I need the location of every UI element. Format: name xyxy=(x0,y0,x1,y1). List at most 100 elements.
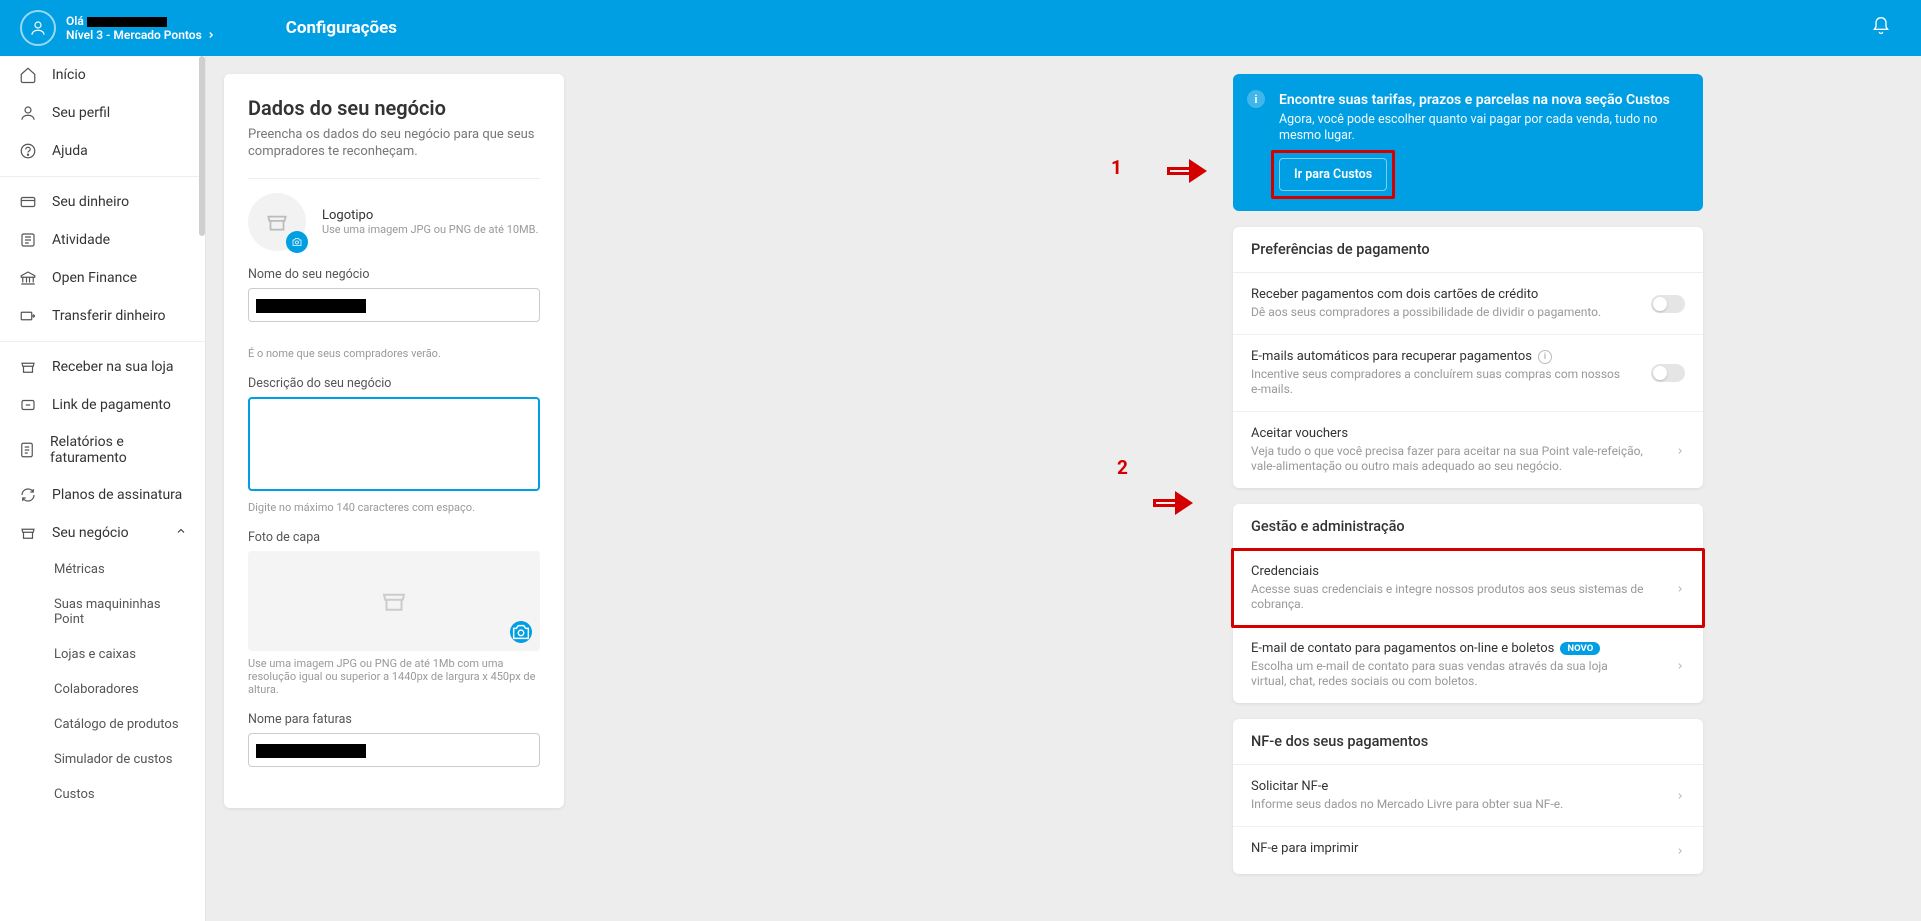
two-cards-toggle[interactable] xyxy=(1651,295,1685,313)
logo-upload[interactable] xyxy=(248,193,306,251)
nfe-print-row[interactable]: NF-e para imprimir xyxy=(1233,827,1703,874)
business-desc-input[interactable] xyxy=(248,397,540,491)
sidebar-item-transferir[interactable]: Transferir dinheiro xyxy=(0,297,205,335)
sidebar-item-label: Métricas xyxy=(54,562,105,577)
camera-badge[interactable] xyxy=(286,231,308,253)
cover-hint: Use uma imagem JPG ou PNG de até 1Mb com… xyxy=(248,657,540,696)
sidebar-item-open-finance[interactable]: Open Finance xyxy=(0,259,205,297)
sidebar-item-receber[interactable]: Receber na sua loja xyxy=(0,348,205,386)
sidebar-sub-metricas[interactable]: Métricas xyxy=(0,552,205,587)
sidebar-item-atividade[interactable]: Atividade xyxy=(0,221,205,259)
sidebar-item-label: Ajuda xyxy=(52,143,88,159)
business-data-panel: Dados do seu negócio Preencha os dados d… xyxy=(224,74,564,808)
sidebar-sub-maquininhas[interactable]: Suas maquininhas Point xyxy=(0,587,205,637)
sidebar-item-seu-dinheiro[interactable]: Seu dinheiro xyxy=(0,183,205,221)
sidebar-item-label: Seu perfil xyxy=(52,105,110,121)
payment-preferences-card: Preferências de pagamento Receber pagame… xyxy=(1233,227,1703,488)
row-title: Credenciais xyxy=(1251,564,1645,579)
credentials-row[interactable]: Credenciais Acesse suas credenciais e in… xyxy=(1233,550,1703,627)
sidebar-sub-colaboradores[interactable]: Colaboradores xyxy=(0,672,205,707)
sidebar-scrollbar[interactable] xyxy=(199,56,205,236)
emails-toggle[interactable] xyxy=(1651,364,1685,382)
chevron-up-icon xyxy=(175,525,187,541)
home-icon xyxy=(18,66,38,84)
notifications-button[interactable] xyxy=(1871,16,1891,40)
sidebar-item-ajuda[interactable]: Ajuda xyxy=(0,132,205,170)
greeting: Olá xyxy=(66,14,84,28)
chevron-right-icon xyxy=(206,30,216,40)
row-title: E-mail de contato para pagamentos on-lin… xyxy=(1251,641,1554,656)
row-title: Solicitar NF-e xyxy=(1251,779,1645,794)
sidebar-item-label: Planos de assinatura xyxy=(52,487,182,503)
wallet-icon xyxy=(18,193,38,211)
sidebar-item-link-pagamento[interactable]: Link de pagamento xyxy=(0,386,205,424)
row-title: NF-e para imprimir xyxy=(1251,841,1645,856)
card-header: NF-e dos seus pagamentos xyxy=(1233,719,1703,765)
sidebar-sub-custos[interactable]: Custos xyxy=(0,777,205,812)
store-icon xyxy=(264,209,290,235)
sidebar-sub-lojas[interactable]: Lojas e caixas xyxy=(0,637,205,672)
sidebar-item-seu-negocio[interactable]: Seu negócio xyxy=(0,514,205,552)
sidebar-item-label: Seu negócio xyxy=(52,525,129,541)
sidebar-item-inicio[interactable]: Início xyxy=(0,56,205,94)
card-header: Preferências de pagamento xyxy=(1233,227,1703,273)
annotation-arrow-2: 2 xyxy=(1153,486,1195,508)
store-icon xyxy=(379,586,409,616)
sidebar-sub-catalogo[interactable]: Catálogo de produtos xyxy=(0,707,205,742)
sidebar-item-label: Custos xyxy=(54,787,95,802)
row-desc: Veja tudo o que você precisa fazer para … xyxy=(1251,444,1645,474)
sidebar-item-label: Suas maquininhas Point xyxy=(54,597,187,627)
nfe-card: NF-e dos seus pagamentos Solicitar NF-e … xyxy=(1233,719,1703,874)
business-name-label: Nome do seu negócio xyxy=(248,267,540,282)
sidebar-sub-simulador[interactable]: Simulador de custos xyxy=(0,742,205,777)
banner-text: Agora, você pode escolher quanto vai pag… xyxy=(1279,112,1683,144)
sidebar-item-label: Transferir dinheiro xyxy=(52,308,166,324)
row-title: Receber pagamentos com dois cartões de c… xyxy=(1251,287,1621,302)
logo-hint: Use uma imagem JPG ou PNG de até 10MB. xyxy=(322,223,538,236)
cover-label: Foto de capa xyxy=(248,530,540,545)
camera-icon xyxy=(510,617,532,647)
banner-title: Encontre suas tarifas, prazos e parcelas… xyxy=(1279,92,1683,108)
user-menu[interactable]: Olá Nível 3 - Mercado Pontos xyxy=(20,10,216,46)
pref-vouchers-row[interactable]: Aceitar vouchers Veja tudo o que você pr… xyxy=(1233,412,1703,488)
chevron-right-icon xyxy=(1675,786,1685,805)
contact-email-row[interactable]: E-mail de contato para pagamentos on-lin… xyxy=(1233,627,1703,703)
management-card: Gestão e administração Credenciais Acess… xyxy=(1233,504,1703,703)
camera-badge[interactable] xyxy=(510,621,532,643)
go-to-costs-button[interactable]: Ir para Custos xyxy=(1279,158,1387,191)
bank-icon xyxy=(18,269,38,287)
sidebar-item-label: Catálogo de produtos xyxy=(54,717,179,732)
sidebar-item-label: Lojas e caixas xyxy=(54,647,136,662)
sidebar-item-relatorios[interactable]: Relatórios e faturamento xyxy=(0,424,205,476)
row-title: E-mails automáticos para recuperar pagam… xyxy=(1251,349,1532,364)
business-desc-label: Descrição do seu negócio xyxy=(248,376,540,391)
store-icon xyxy=(18,358,38,376)
chevron-right-icon xyxy=(1675,441,1685,460)
pref-two-cards-row[interactable]: Receber pagamentos com dois cartões de c… xyxy=(1233,273,1703,335)
row-desc: Incentive seus compradores a concluírem … xyxy=(1251,367,1621,397)
info-icon[interactable]: i xyxy=(1538,350,1552,364)
cover-upload[interactable] xyxy=(248,551,540,651)
bell-icon xyxy=(1871,16,1891,36)
sidebar-item-seu-perfil[interactable]: Seu perfil xyxy=(0,94,205,132)
invoice-name-label: Nome para faturas xyxy=(248,712,540,727)
sidebar-item-label: Relatórios e faturamento xyxy=(50,434,187,466)
sidebar-item-label: Simulador de custos xyxy=(54,752,172,767)
business-desc-hint: Digite no máximo 140 caracteres com espa… xyxy=(248,501,540,514)
sidebar-item-label: Link de pagamento xyxy=(52,397,171,413)
sidebar-item-label: Open Finance xyxy=(52,270,137,286)
sidebar-item-planos[interactable]: Planos de assinatura xyxy=(0,476,205,514)
novo-badge: NOVO xyxy=(1560,642,1600,655)
logo-row: Logotipo Use uma imagem JPG ou PNG de at… xyxy=(248,193,540,251)
nfe-request-row[interactable]: Solicitar NF-e Informe seus dados no Mer… xyxy=(1233,765,1703,827)
panel-subtitle: Preencha os dados do seu negócio para qu… xyxy=(248,126,540,160)
chevron-right-icon xyxy=(1675,656,1685,675)
main-content: Dados do seu negócio Preencha os dados d… xyxy=(206,56,1921,921)
page-title: Configurações xyxy=(286,18,397,38)
sidebar-item-label: Colaboradores xyxy=(54,682,139,697)
card-header: Gestão e administração xyxy=(1233,504,1703,550)
panel-title: Dados do seu negócio xyxy=(248,96,540,120)
sidebar-item-label: Atividade xyxy=(52,232,110,248)
row-desc: Informe seus dados no Mercado Livre para… xyxy=(1251,797,1645,812)
pref-emails-row[interactable]: E-mails automáticos para recuperar pagam… xyxy=(1233,335,1703,412)
